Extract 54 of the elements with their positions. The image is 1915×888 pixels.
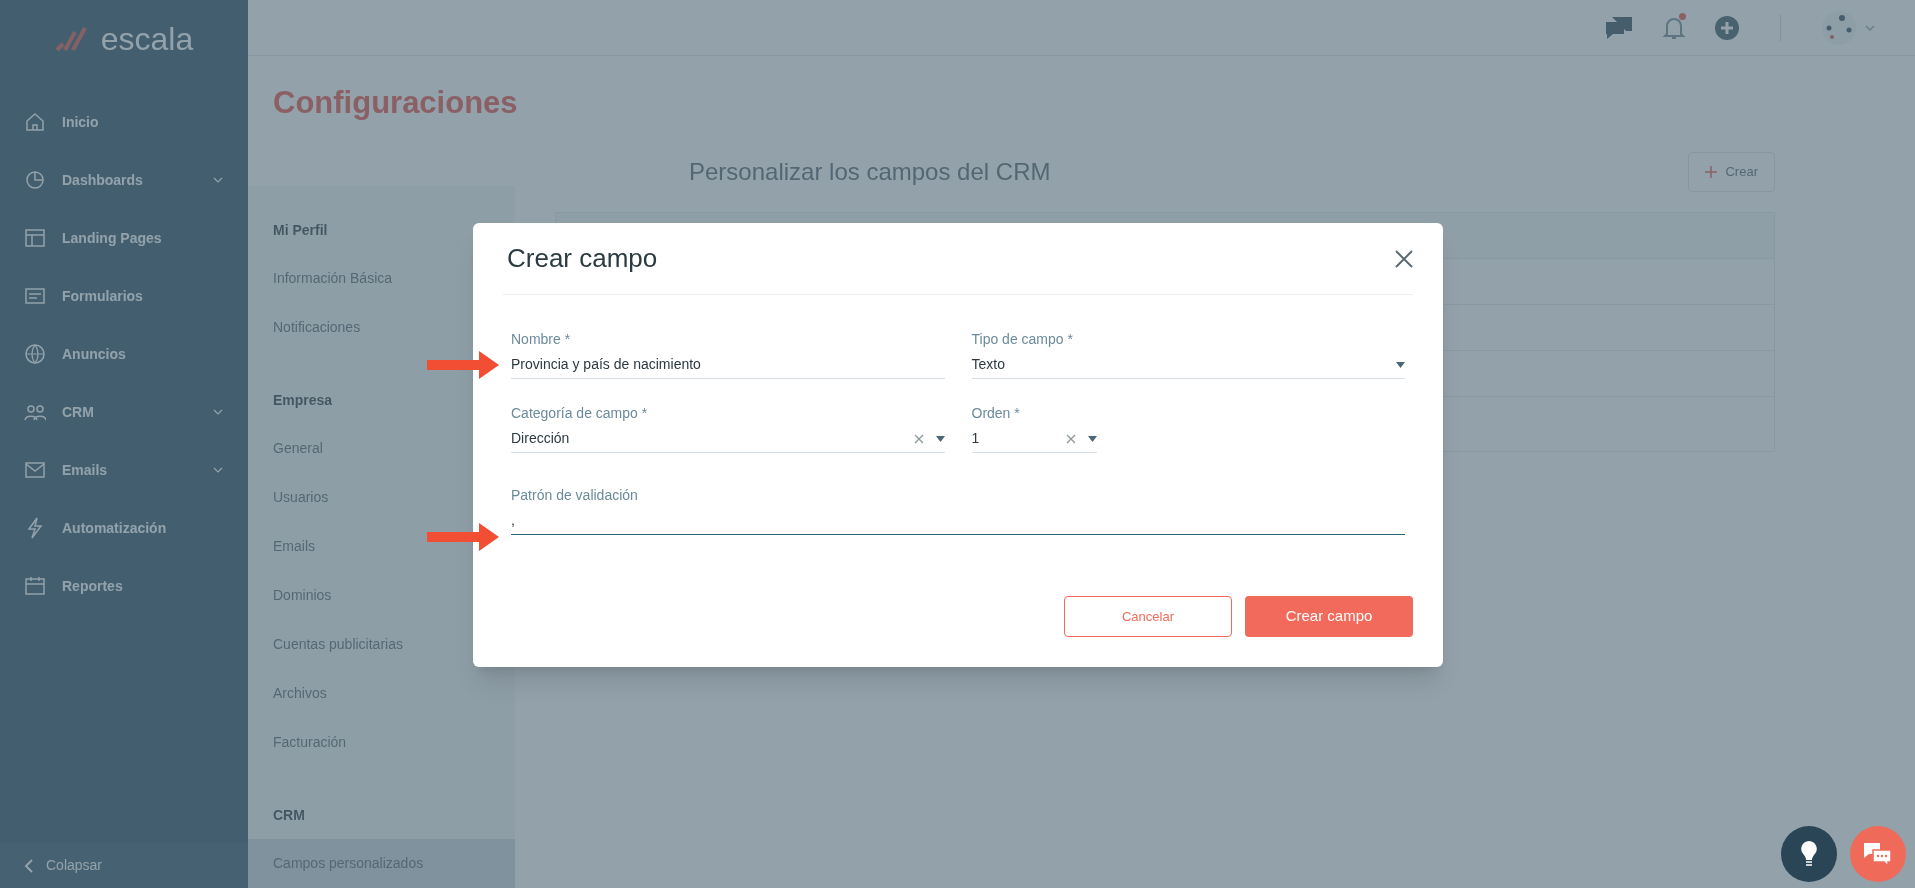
nav-section-heading: CRM <box>272 805 306 825</box>
page-title: Configuraciones <box>272 84 515 122</box>
caret-down-icon[interactable] <box>935 435 945 442</box>
chevron-down-icon <box>213 409 223 415</box>
field-label: Patrón de validación <box>511 486 639 505</box>
caret-down-icon[interactable] <box>1087 435 1097 442</box>
field-label: Categoría de campo * <box>511 404 649 423</box>
clear-icon[interactable] <box>1065 433 1076 444</box>
sidebar-item[interactable]: Landing Pages <box>0 209 248 267</box>
settings-nav-item[interactable]: Archivos <box>248 669 515 718</box>
calendar-icon <box>24 575 46 597</box>
sidebar-item[interactable]: Anuncios <box>0 325 248 383</box>
sidebar-item[interactable]: CRM <box>0 383 248 441</box>
section-title: Personalizar los campos del CRM <box>689 157 1051 187</box>
plus-circle-icon[interactable] <box>1714 14 1740 41</box>
input-field[interactable]: , <box>511 507 1405 535</box>
chat-icon[interactable] <box>1604 14 1634 41</box>
settings-nav-item[interactable]: Facturación <box>248 718 515 767</box>
sidebar-item[interactable]: Dashboards <box>0 151 248 209</box>
logo[interactable]: escala <box>100 15 194 63</box>
sidebar-item[interactable]: Automatización <box>0 499 248 557</box>
field-label: Orden * <box>971 404 1021 423</box>
chart-icon <box>24 169 46 191</box>
layout-icon <box>24 227 46 249</box>
chat-button[interactable] <box>1850 826 1906 882</box>
chevron-left-icon <box>24 857 34 874</box>
caret-down-icon[interactable] <box>1396 361 1405 368</box>
globe-icon <box>24 343 46 365</box>
sidebar-item[interactable]: Emails <box>0 441 248 499</box>
create-field-button[interactable]: Crear campo <box>1245 596 1413 637</box>
create-button[interactable]: Crear <box>1688 152 1775 192</box>
dropdown-field[interactable]: 1 <box>971 425 1097 453</box>
close-icon[interactable] <box>1395 249 1413 268</box>
input-field[interactable]: Provincia y país de nacimiento <box>511 351 945 379</box>
form-icon <box>24 285 46 307</box>
sidebar-item[interactable]: Formularios <box>0 267 248 325</box>
sidebar-item[interactable]: Inicio <box>0 93 248 151</box>
help-button[interactable] <box>1781 826 1837 882</box>
dropdown-field[interactable]: Texto <box>971 351 1405 379</box>
dropdown-field[interactable]: Dirección <box>511 425 945 453</box>
envelope-icon <box>24 459 46 481</box>
home-icon <box>24 111 46 133</box>
lightbulb-icon <box>1800 840 1818 868</box>
nav-section-heading: Mi Perfil <box>272 220 329 240</box>
cancel-button[interactable]: Cancelar <box>1064 596 1232 637</box>
chat-bubbles-icon <box>1863 841 1893 867</box>
chevron-down-icon <box>213 467 223 473</box>
sidebar-item[interactable]: Reportes <box>0 557 248 615</box>
field-label: Nombre * <box>511 330 572 349</box>
clear-icon[interactable] <box>913 433 924 444</box>
plus-icon <box>1705 166 1718 178</box>
field-label: Tipo de campo * <box>971 330 1074 349</box>
dialog-title: Crear campo <box>507 242 658 275</box>
chevron-down-icon <box>213 177 223 183</box>
